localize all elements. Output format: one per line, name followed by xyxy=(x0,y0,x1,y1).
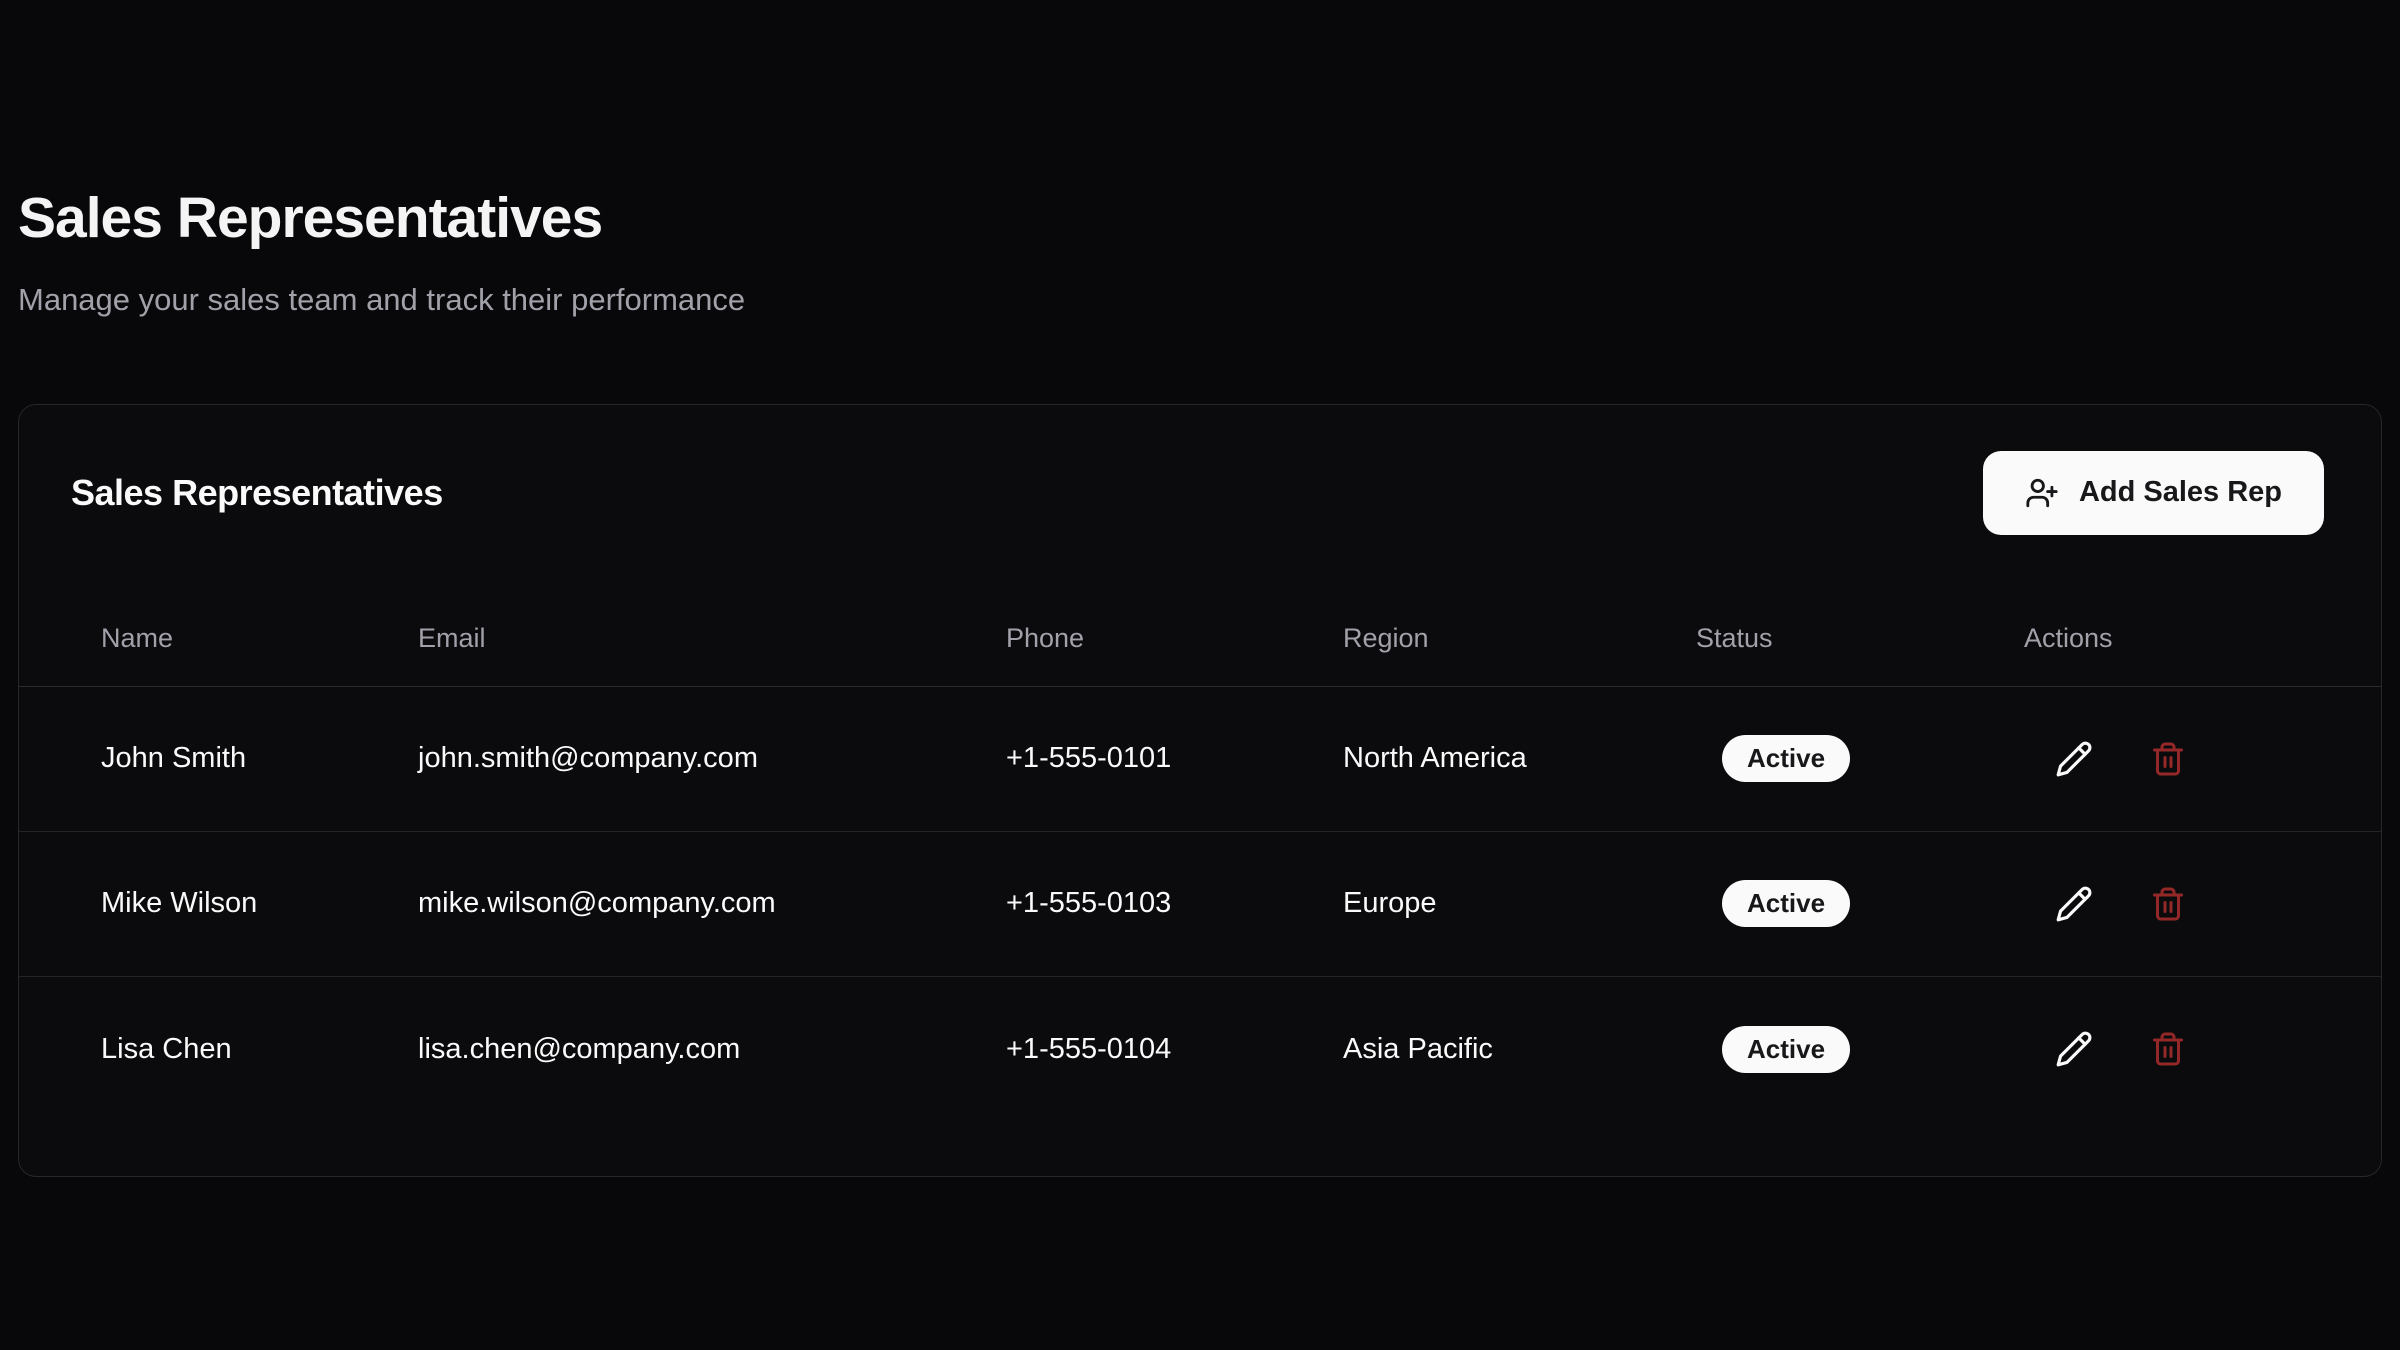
delete-button[interactable] xyxy=(2148,1029,2188,1069)
column-header-region: Region xyxy=(1343,623,1696,654)
edit-button[interactable] xyxy=(2054,739,2094,779)
sales-reps-card: Sales Representatives Add Sales Rep Name… xyxy=(18,404,2382,1177)
cell-region: Asia Pacific xyxy=(1343,1033,1696,1066)
cell-email: mike.wilson@company.com xyxy=(418,887,1006,920)
card-title: Sales Representatives xyxy=(71,472,443,514)
column-header-actions: Actions xyxy=(2024,623,2325,654)
status-badge: Active xyxy=(1722,880,1850,927)
status-badge: Active xyxy=(1722,1026,1850,1073)
cell-region: North America xyxy=(1343,742,1696,775)
trash-icon xyxy=(2150,741,2186,777)
cell-name: Mike Wilson xyxy=(101,887,418,920)
edit-button[interactable] xyxy=(2054,1029,2094,1069)
card-header: Sales Representatives Add Sales Rep xyxy=(19,451,2381,535)
status-badge: Active xyxy=(1722,735,1850,782)
table-header-row: Name Email Phone Region Status Actions xyxy=(19,591,2381,687)
user-plus-icon xyxy=(2025,476,2059,510)
column-header-phone: Phone xyxy=(1006,623,1343,654)
pencil-icon xyxy=(2055,1030,2093,1068)
delete-button[interactable] xyxy=(2148,884,2188,924)
page: Sales Representatives Manage your sales … xyxy=(0,184,2400,1177)
table-row: John Smith john.smith@company.com +1-555… xyxy=(19,687,2381,832)
column-header-email: Email xyxy=(418,623,1006,654)
column-header-status: Status xyxy=(1696,623,2024,654)
cell-phone: +1-555-0103 xyxy=(1006,887,1343,920)
page-title: Sales Representatives xyxy=(18,184,2382,252)
table-row: Lisa Chen lisa.chen@company.com +1-555-0… xyxy=(19,977,2381,1122)
cell-region: Europe xyxy=(1343,887,1696,920)
cell-name: Lisa Chen xyxy=(101,1033,418,1066)
column-header-name: Name xyxy=(101,623,418,654)
pencil-icon xyxy=(2055,885,2093,923)
cell-email: lisa.chen@company.com xyxy=(418,1033,1006,1066)
cell-name: John Smith xyxy=(101,742,418,775)
row-actions xyxy=(2024,739,2325,779)
trash-icon xyxy=(2150,886,2186,922)
page-subtitle: Manage your sales team and track their p… xyxy=(18,278,2382,321)
pencil-icon xyxy=(2055,740,2093,778)
cell-email: john.smith@company.com xyxy=(418,742,1006,775)
sales-reps-table: Name Email Phone Region Status Actions J… xyxy=(19,591,2381,1122)
cell-phone: +1-555-0101 xyxy=(1006,742,1343,775)
edit-button[interactable] xyxy=(2054,884,2094,924)
cell-phone: +1-555-0104 xyxy=(1006,1033,1343,1066)
trash-icon xyxy=(2150,1031,2186,1067)
row-actions xyxy=(2024,1029,2325,1069)
table-row: Mike Wilson mike.wilson@company.com +1-5… xyxy=(19,832,2381,977)
add-sales-rep-label: Add Sales Rep xyxy=(2079,476,2282,509)
row-actions xyxy=(2024,884,2325,924)
add-sales-rep-button[interactable]: Add Sales Rep xyxy=(1983,451,2324,535)
delete-button[interactable] xyxy=(2148,739,2188,779)
